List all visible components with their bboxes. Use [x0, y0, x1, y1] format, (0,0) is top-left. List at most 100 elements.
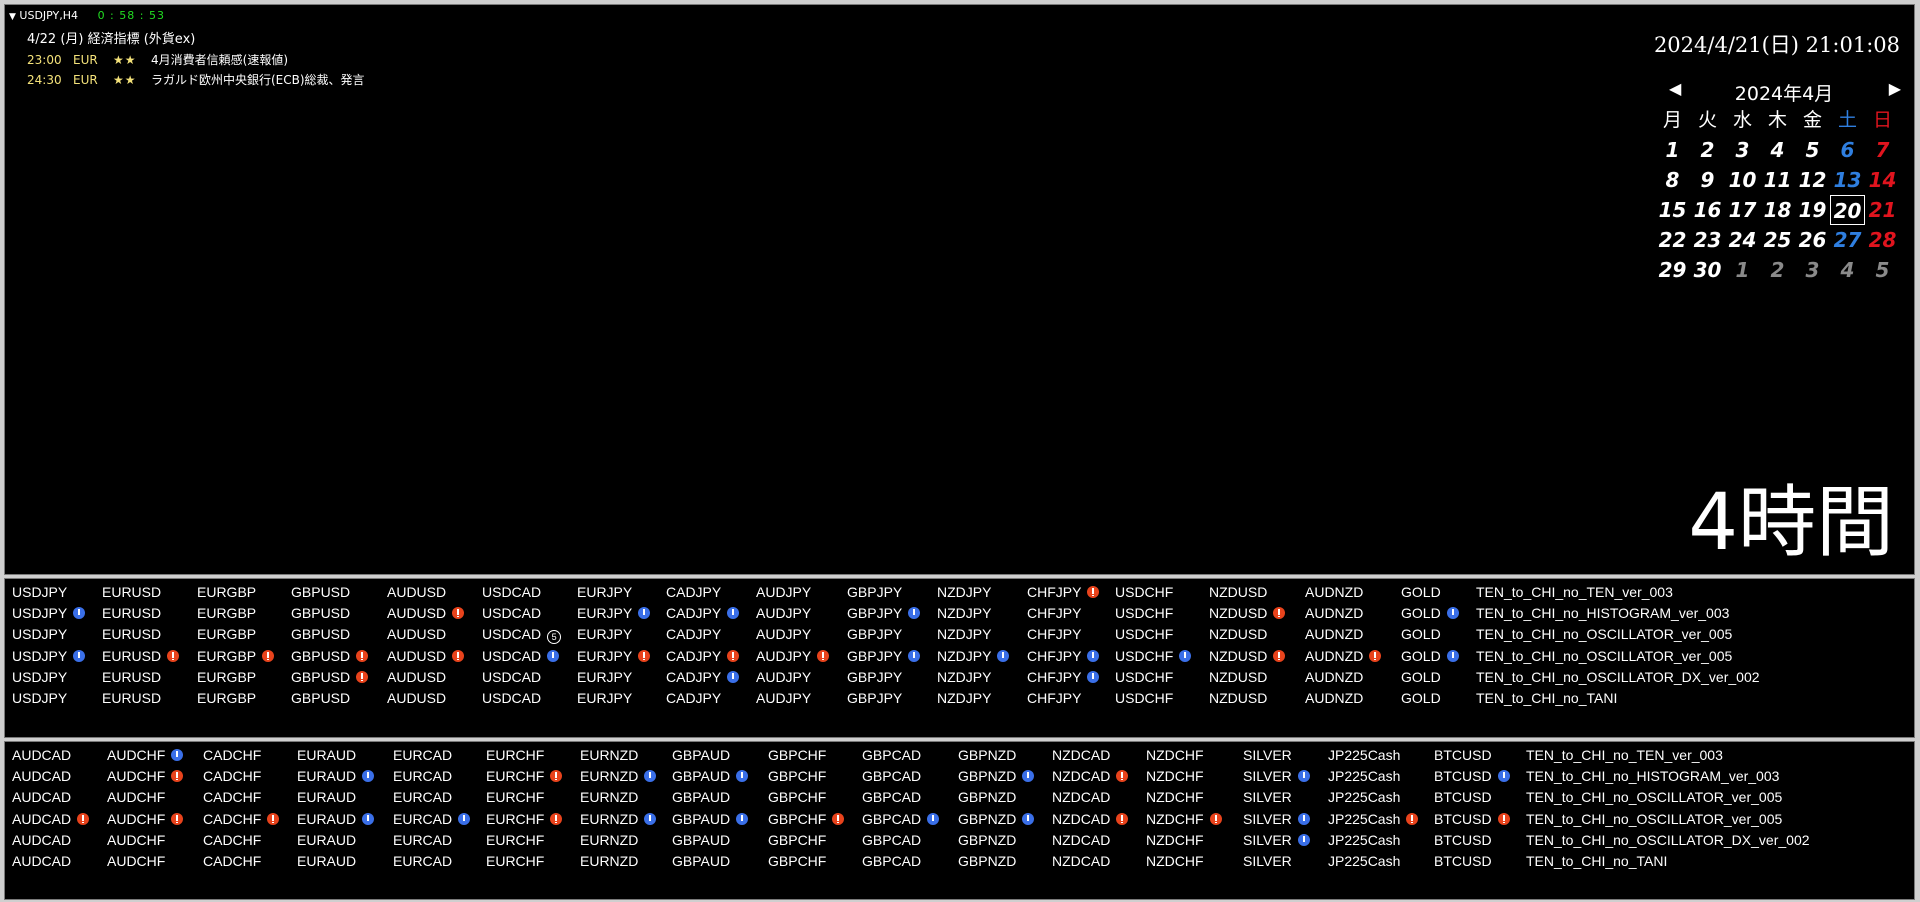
symbol-button[interactable]: AUDNZD [1305, 685, 1363, 711]
symbol-label: CADJPY [666, 690, 722, 706]
symbol-button[interactable]: EURUSD [102, 685, 161, 711]
symbol-button[interactable]: NZDUSD [1209, 685, 1267, 711]
symbol-button[interactable]: AUDUSD [387, 685, 446, 711]
calendar-day[interactable]: 7 [1865, 135, 1900, 165]
calendar-day[interactable]: 3 [1795, 255, 1830, 285]
symbol-button[interactable]: SILVER [1243, 848, 1292, 874]
event-currency: EUR [73, 73, 98, 87]
symbol-button[interactable]: AUDCHF [107, 848, 165, 874]
symbol-button[interactable]: CHFJPY [1027, 685, 1081, 711]
calendar-day[interactable]: 5 [1865, 255, 1900, 285]
calendar-day[interactable]: 23 [1690, 225, 1725, 255]
calendar-day[interactable]: 10 [1725, 165, 1760, 195]
symbol-button[interactable]: EURCAD [393, 848, 452, 874]
symbol-button[interactable]: JP225Cash [1328, 848, 1400, 874]
symbol-button[interactable]: GOLD [1401, 685, 1441, 711]
calendar-day[interactable]: 6 [1830, 135, 1865, 165]
symbol-label: AUDCHF [107, 853, 166, 869]
symbol-button[interactable]: GBPCHF [768, 848, 826, 874]
calendar-day[interactable]: 30 [1690, 255, 1725, 285]
symbol-button[interactable]: USDCAD [482, 685, 541, 711]
symbol-label: NZDCHF [1146, 789, 1204, 806]
symbol-label: AUDJPY [756, 626, 812, 643]
symbol-button[interactable]: AUDCAD [12, 848, 71, 874]
calendar-day[interactable]: 4 [1760, 135, 1795, 165]
symbol-button[interactable]: CADJPY [666, 685, 721, 711]
calendar-day[interactable]: 19 [1795, 195, 1830, 225]
symbol-button[interactable]: GBPCAD [862, 848, 921, 874]
calendar-day[interactable]: 29 [1655, 255, 1690, 285]
symbol-button[interactable]: EURJPY [577, 685, 632, 711]
collapse-triangle-icon[interactable]: ▼ [9, 12, 16, 22]
symbol-button[interactable]: EURGBP [197, 685, 256, 711]
calendar-day[interactable]: 22 [1655, 225, 1690, 255]
calendar-day[interactable]: 20 [1830, 195, 1865, 225]
symbol-button[interactable]: TEN_to_CHI_no_TANI [1476, 685, 1617, 711]
symbol-label: NZDJPY [937, 668, 992, 685]
calendar-day[interactable]: 8 [1655, 165, 1690, 195]
symbol-button[interactable]: EURAUD [297, 848, 356, 874]
symbol-label: GBPCHF [768, 810, 827, 827]
symbol-label: EURGBP [197, 668, 257, 685]
symbol-label: AUDCHF [107, 747, 166, 763]
symbol-button[interactable]: USDCHF [1115, 685, 1173, 711]
calendar-day[interactable]: 27 [1830, 225, 1865, 255]
symbol-label: GBPJPY [847, 668, 903, 685]
calendar-day[interactable]: 12 [1795, 165, 1830, 195]
symbol-button[interactable]: USDJPY [12, 685, 67, 711]
event-currency: EUR [73, 53, 98, 67]
calendar-weekday-header: 土 [1837, 109, 1857, 131]
calendar-day[interactable]: 17 [1725, 195, 1760, 225]
symbol-label: EURNZD [580, 789, 639, 806]
symbol-label: USDCAD [482, 647, 542, 664]
calendar-day[interactable]: 2 [1760, 255, 1795, 285]
calendar-day[interactable]: 1 [1725, 255, 1760, 285]
calendar-day[interactable]: 25 [1760, 225, 1795, 255]
next-month-icon[interactable]: ▶ [1889, 79, 1901, 98]
calendar-day[interactable]: 14 [1865, 165, 1900, 195]
calendar-day[interactable]: 18 [1760, 195, 1795, 225]
symbol-label: GOLD [1401, 605, 1441, 622]
symbol-label: EURJPY [577, 647, 633, 664]
symbol-button[interactable]: AUDJPY [756, 685, 811, 711]
calendar-day[interactable]: 2 [1690, 135, 1725, 165]
symbol-label: BTCUSD [1434, 747, 1492, 763]
calendar-day[interactable]: 21 [1865, 195, 1900, 225]
symbol-label: CHFJPY [1027, 690, 1082, 706]
calendar-day[interactable]: 5 [1795, 135, 1830, 165]
calendar-day[interactable]: 3 [1725, 135, 1760, 165]
symbol-label: USDCHF [1115, 605, 1174, 622]
symbol-button[interactable]: NZDJPY [937, 685, 991, 711]
calendar-day[interactable]: 1 [1655, 135, 1690, 165]
calendar-day[interactable]: 15 [1655, 195, 1690, 225]
calendar-day[interactable]: 11 [1760, 165, 1795, 195]
signal-down-icon [1369, 649, 1382, 662]
symbol-button[interactable]: GBPNZD [958, 848, 1016, 874]
calendar-day[interactable]: 9 [1690, 165, 1725, 195]
symbol-button[interactable]: NZDCHF [1146, 848, 1204, 874]
symbol-button[interactable]: CADCHF [203, 848, 261, 874]
chart-window[interactable]: ▼ USDJPY,H4 0 : 58 : 53 4/22 (月) 経済指標 (外… [4, 4, 1915, 575]
calendar-day[interactable]: 13 [1830, 165, 1865, 195]
symbol-label: GBPAUD [672, 789, 731, 806]
symbol-button[interactable]: GBPAUD [672, 848, 730, 874]
symbol-label: GBPCHF [768, 747, 827, 763]
symbol-button[interactable]: GBPUSD [291, 685, 350, 711]
calendar-day[interactable]: 4 [1830, 255, 1865, 285]
symbol-button[interactable]: NZDCAD [1052, 848, 1110, 874]
calendar-day[interactable]: 28 [1865, 225, 1900, 255]
symbol-label: GBPNZD [958, 810, 1017, 827]
symbol-button[interactable]: EURCHF [486, 848, 544, 874]
event-time: 24:30 [27, 73, 62, 87]
calendar-day[interactable]: 26 [1795, 225, 1830, 255]
symbol-button[interactable]: EURNZD [580, 848, 638, 874]
symbol-button[interactable]: GBPJPY [847, 685, 902, 711]
signal-up-icon [1179, 649, 1192, 662]
calendar-day[interactable]: 24 [1725, 225, 1760, 255]
calendar-day[interactable]: 16 [1690, 195, 1725, 225]
symbol-button[interactable]: BTCUSD [1434, 848, 1492, 874]
symbol-label: GBPCAD [862, 831, 922, 848]
symbol-label: TEN_to_CHI_no_HISTOGRAM_ver_003 [1526, 768, 1780, 785]
signal-down-icon [1406, 812, 1419, 825]
symbol-button[interactable]: TEN_to_CHI_no_TANI [1526, 848, 1667, 874]
